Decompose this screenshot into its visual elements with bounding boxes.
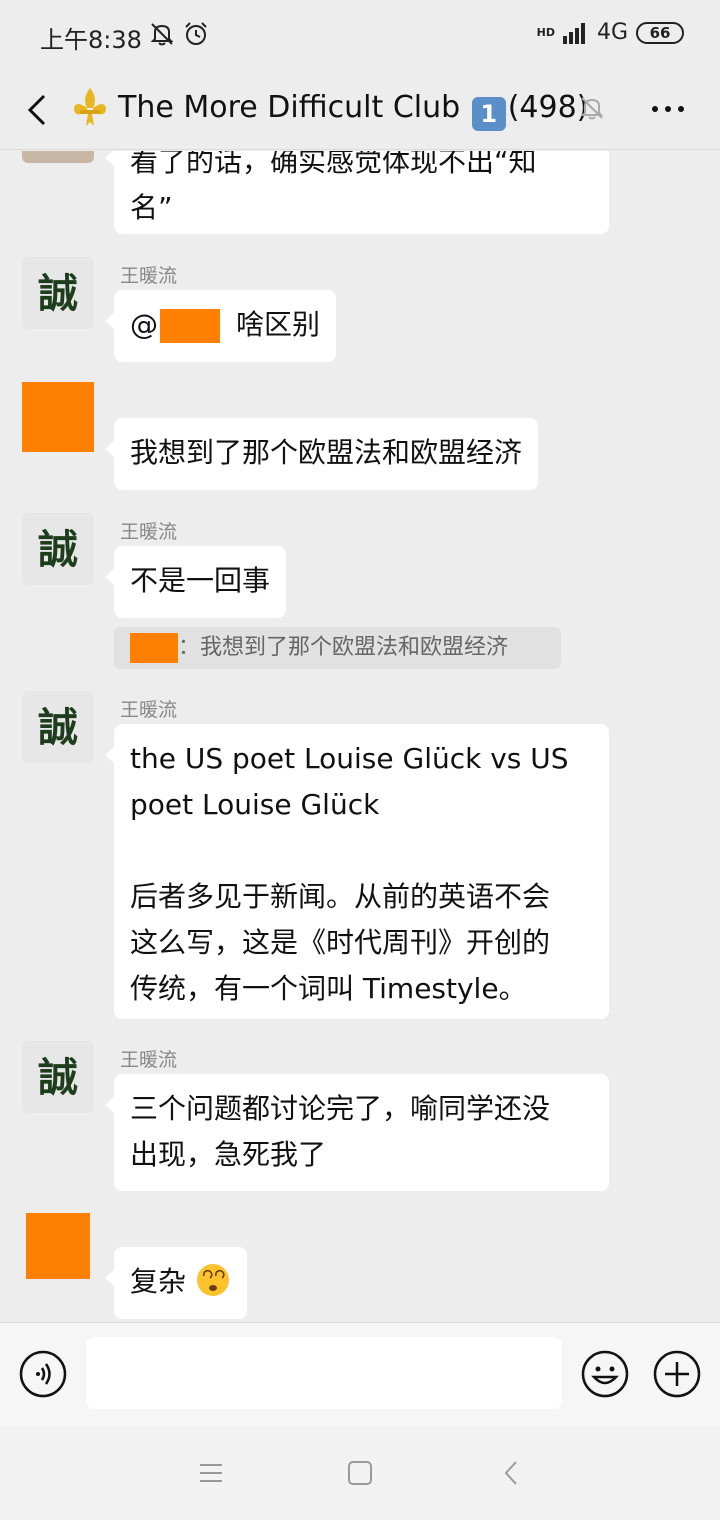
message-bubble[interactable]: the US poet Louise Glück vs US poet Loui… (105, 724, 609, 1019)
sender-name: 王暖流 (120, 1049, 178, 1071)
sender-name: 王暖流 (120, 699, 178, 721)
nav-back-icon[interactable] (497, 1458, 527, 1488)
avatar-glyph: 誠 (38, 704, 78, 751)
message-bubble[interactable]: 我想到了那个欧盟法和欧盟经济 (104, 418, 539, 490)
svg-text:誠: 誠 (38, 270, 78, 317)
quoted-message[interactable]: ：我想到了那个欧盟法和欧盟经济 (114, 627, 561, 669)
bell-off-icon (150, 23, 174, 46)
message-text: 复杂 (130, 1265, 187, 1298)
redacted-name (160, 309, 220, 343)
avatar-glyph: 誠 (38, 526, 78, 573)
svg-text:誠: 誠 (38, 704, 78, 751)
menu-icon[interactable] (196, 1458, 226, 1488)
status-time: 上午8:38 (40, 26, 142, 54)
battery-indicator: 66 (636, 21, 684, 44)
message-text: 啥区别 (236, 308, 321, 341)
alarm-icon (185, 22, 207, 45)
keycap-badge: 1 (471, 97, 506, 131)
message-text: 后者多见于新闻。从前的英语不会 (130, 880, 551, 913)
message-bubble[interactable]: 看了的话，确实感觉体现不出“知 名” (105, 151, 609, 234)
avatar-glyph: 誠 (38, 270, 78, 317)
network-label: 4G (596, 20, 628, 45)
message-text: the US poet Louise Glück vs US (130, 742, 569, 775)
message-text: 名” (130, 191, 173, 224)
message-list[interactable]: 看了的话，确实感觉体现不出“知 名” 誠 王暖流 @ 啥区别 我想到了那个欧盟法和… (0, 151, 720, 1322)
avatar[interactable] (22, 151, 94, 163)
avatar[interactable]: 誠 (22, 513, 94, 585)
avatar[interactable] (22, 382, 94, 452)
message-text: 出现，急死我了 (130, 1138, 327, 1171)
dizzy-face-emoji-icon (196, 1264, 229, 1296)
svg-text:誠: 誠 (38, 526, 78, 573)
system-nav-bar (0, 1426, 720, 1520)
avatar[interactable]: 誠 (22, 1041, 94, 1113)
status-bar: 上午8:38 HD 4G 66 (0, 0, 720, 70)
avatar[interactable] (26, 1213, 90, 1279)
quote-text: ：我想到了那个欧盟法和欧盟经济 (178, 635, 509, 660)
avatar[interactable]: 誠 (22, 691, 94, 763)
message-text (130, 828, 593, 874)
emoji-icon[interactable] (580, 1349, 630, 1399)
message-input[interactable] (86, 1337, 562, 1409)
message-text: 不是一回事 (130, 564, 271, 597)
avatar-glyph: 誠 (38, 1054, 78, 1101)
message-bubble[interactable]: 复杂 (105, 1247, 247, 1319)
svg-text:誠: 誠 (38, 1054, 78, 1101)
sender-name: 王暖流 (120, 521, 178, 543)
voice-icon[interactable] (18, 1349, 68, 1399)
hd-label: HD (536, 26, 555, 39)
mute-bell-icon (580, 97, 604, 120)
message-text: 看了的话，确实感觉体现不出“知 (130, 151, 537, 178)
redacted-name (130, 633, 178, 663)
signal-icon (562, 22, 585, 44)
message-text: poet Louise Glück (130, 788, 380, 821)
chat-header: The More Difficult Club 1 (498) (0, 70, 720, 150)
mention-at: @ (130, 308, 158, 341)
back-icon[interactable] (18, 88, 58, 132)
message-bubble[interactable]: @ 啥区别 (104, 290, 337, 362)
message-bubble[interactable]: 不是一回事 (104, 546, 287, 618)
message-text: 传统，有一个词叫 Timestyle。 (130, 972, 527, 1005)
message-text: 这么写，这是《时代周刊》开创的 (130, 926, 551, 959)
input-bar (0, 1322, 720, 1426)
fleur-de-lis-icon (74, 88, 106, 126)
sender-name: 王暖流 (120, 265, 178, 287)
message-text: 我想到了那个欧盟法和欧盟经济 (130, 436, 523, 469)
home-icon[interactable] (345, 1458, 375, 1488)
message-text: 三个问题都讨论完了，喻同学还没 (130, 1092, 551, 1125)
group-name: The More Difficult Club (118, 90, 461, 125)
avatar[interactable]: 誠 (22, 257, 94, 329)
member-count: (498) (507, 90, 589, 125)
chat-title: The More Difficult Club 1 (498) (118, 90, 588, 131)
plus-icon[interactable] (652, 1349, 702, 1399)
more-icon[interactable] (650, 94, 686, 124)
message-bubble[interactable]: 三个问题都讨论完了，喻同学还没 出现，急死我了 (105, 1074, 609, 1191)
